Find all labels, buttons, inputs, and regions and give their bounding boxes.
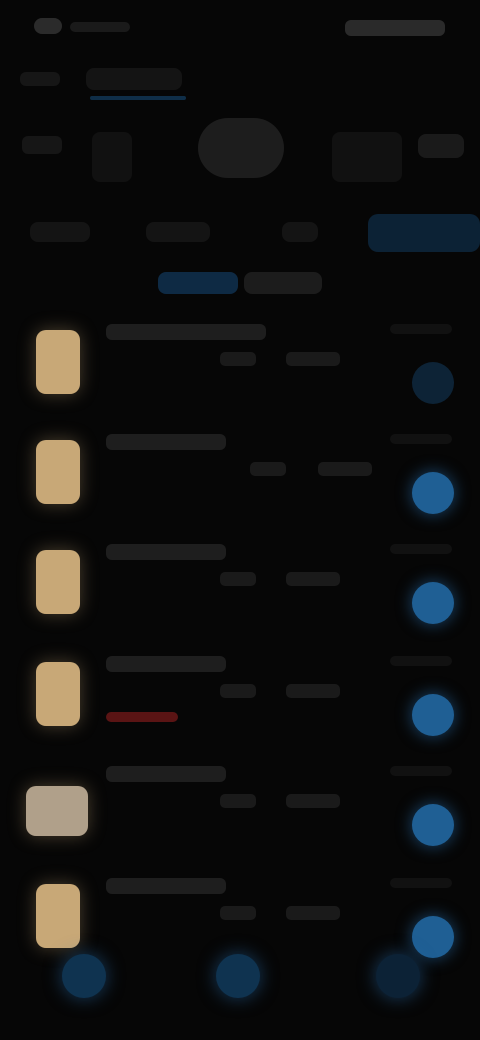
book-thumbnail-icon [36, 662, 80, 726]
list-item-meta [220, 572, 256, 586]
toggle-chips [0, 266, 480, 302]
category-5[interactable] [418, 134, 464, 158]
status-indicators [345, 20, 445, 36]
list-item-title [106, 766, 226, 782]
list-item-meta [286, 794, 340, 808]
list-item-meta [286, 684, 340, 698]
download-icon[interactable] [412, 804, 454, 846]
tab-2-underline [90, 96, 186, 100]
list-item[interactable] [0, 428, 480, 538]
bottom-nav [0, 946, 480, 1006]
list-item[interactable] [0, 760, 480, 870]
category-2[interactable] [92, 132, 132, 182]
status-dot-icon [34, 18, 62, 34]
filter-4-active[interactable] [368, 214, 480, 252]
list-item[interactable] [0, 318, 480, 428]
category-4[interactable] [332, 132, 402, 182]
list-item-meta [318, 462, 372, 476]
list-item[interactable] [0, 538, 480, 648]
list-item-right-label [390, 434, 452, 444]
download-icon[interactable] [412, 694, 454, 736]
list-item-right-label [390, 324, 452, 334]
nav-icon-1[interactable] [62, 954, 106, 998]
category-row [0, 118, 480, 188]
list-item-meta [220, 906, 256, 920]
list-item-meta [250, 462, 286, 476]
list-item-right-label [390, 544, 452, 554]
tab-1[interactable] [20, 72, 60, 86]
download-progress-icon[interactable] [412, 362, 454, 404]
chip-1-active[interactable] [158, 272, 238, 294]
filter-row [0, 210, 480, 260]
category-1[interactable] [22, 136, 62, 154]
list-item-title [106, 656, 226, 672]
download-icon[interactable] [412, 472, 454, 514]
list-item-title [106, 434, 226, 450]
list-item-meta [286, 906, 340, 920]
list-item-meta [286, 352, 340, 366]
filter-3[interactable] [282, 222, 318, 242]
list-item-title [106, 324, 266, 340]
list-item-title [106, 544, 226, 560]
list-item-right-label [390, 878, 452, 888]
list-item-title [106, 878, 226, 894]
book-thumbnail-icon [36, 440, 80, 504]
list-item[interactable] [0, 650, 480, 760]
list-item-meta [286, 572, 340, 586]
nav-icon-3[interactable] [376, 954, 420, 998]
chip-2[interactable] [244, 272, 322, 294]
category-3-featured[interactable] [198, 118, 284, 178]
tab-2-active[interactable] [86, 68, 182, 90]
list-item-warning-tag [106, 712, 178, 722]
list-item-right-label [390, 766, 452, 776]
book-thumbnail-icon [36, 884, 80, 948]
status-time [70, 22, 130, 32]
top-tabs [0, 50, 480, 110]
filter-1[interactable] [30, 222, 90, 242]
list-item-right-label [390, 656, 452, 666]
download-icon[interactable] [412, 582, 454, 624]
nav-icon-2[interactable] [216, 954, 260, 998]
list-item-meta [220, 352, 256, 366]
book-thumbnail-icon [36, 550, 80, 614]
image-thumbnail-icon [26, 786, 88, 836]
list-item-meta [220, 794, 256, 808]
filter-2[interactable] [146, 222, 210, 242]
book-thumbnail-icon [36, 330, 80, 394]
list-item-meta [220, 684, 256, 698]
